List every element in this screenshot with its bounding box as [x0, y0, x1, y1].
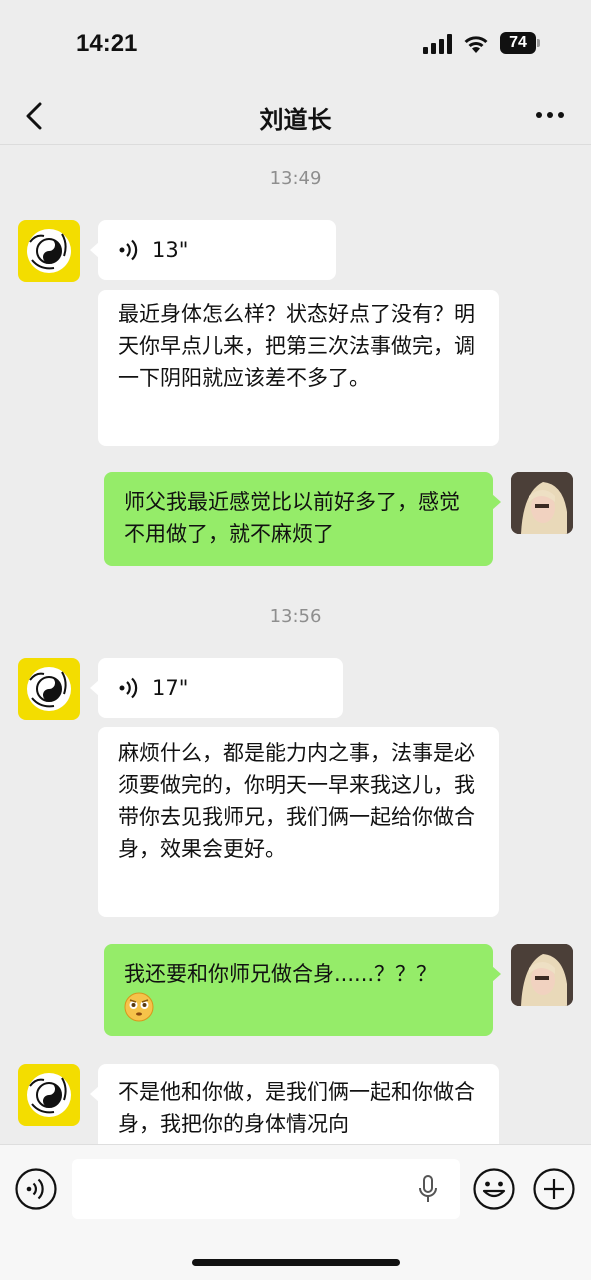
message-text: 我还要和你师兄做合身......？？？ — [124, 962, 438, 986]
timestamp: 13:56 — [269, 606, 322, 627]
user-photo-icon — [511, 944, 573, 1006]
incoming-message[interactable]: 最近身体怎么样？状态好点了没有？明天你早点儿来，把第三次法事做完，调一下阴阳就应… — [98, 290, 499, 446]
header-divider — [0, 144, 591, 145]
taiji-logo-icon — [27, 667, 71, 711]
contact-avatar[interactable] — [18, 1064, 80, 1126]
voice-duration: 13" — [152, 238, 189, 262]
message-input[interactable] — [72, 1159, 460, 1219]
voice-duration: 17" — [152, 676, 189, 700]
voice-wave-icon — [119, 239, 138, 261]
outgoing-message[interactable]: 我还要和你师兄做合身......？？？ — [104, 944, 493, 1036]
more-options-icon[interactable] — [535, 110, 565, 120]
user-avatar[interactable] — [511, 472, 573, 534]
voice-wave-icon — [119, 677, 138, 699]
user-avatar[interactable] — [511, 944, 573, 1006]
smiley-icon[interactable] — [472, 1167, 516, 1211]
battery-icon: 74 — [500, 32, 540, 54]
contact-avatar[interactable] — [18, 220, 80, 282]
voice-toggle-icon[interactable] — [14, 1167, 58, 1211]
status-bar: 14:21 74 — [0, 0, 591, 88]
user-photo-icon — [511, 472, 573, 534]
incoming-message[interactable]: 不是他和你做，是我们俩一起和你做合身，我把你的身体情况向 — [98, 1064, 499, 1154]
incoming-message[interactable]: 麻烦什么，都是能力内之事，法事是必须要做完的，你明天一早来我这儿，我带你去见我师… — [98, 727, 499, 917]
outgoing-message[interactable]: 师父我最近感觉比以前好多了，感觉不用做了，就不麻烦了 — [104, 472, 493, 566]
taiji-logo-icon — [27, 229, 71, 273]
contact-avatar[interactable] — [18, 658, 80, 720]
battery-level: 74 — [500, 32, 536, 54]
voice-message[interactable]: 13" — [98, 220, 336, 280]
flushed-face-emoji — [124, 992, 154, 1022]
microphone-icon[interactable] — [418, 1175, 438, 1203]
cellular-signal-icon — [423, 34, 452, 54]
home-indicator[interactable] — [192, 1259, 400, 1266]
chat-header: 刘道长 — [0, 88, 591, 144]
plus-icon[interactable] — [532, 1167, 576, 1211]
voice-message[interactable]: 17" — [98, 658, 343, 718]
wifi-icon — [464, 36, 488, 53]
chat-title: 刘道长 — [259, 106, 332, 134]
timestamp: 13:49 — [269, 168, 322, 189]
status-time: 14:21 — [76, 30, 138, 57]
taiji-logo-icon — [27, 1073, 71, 1117]
